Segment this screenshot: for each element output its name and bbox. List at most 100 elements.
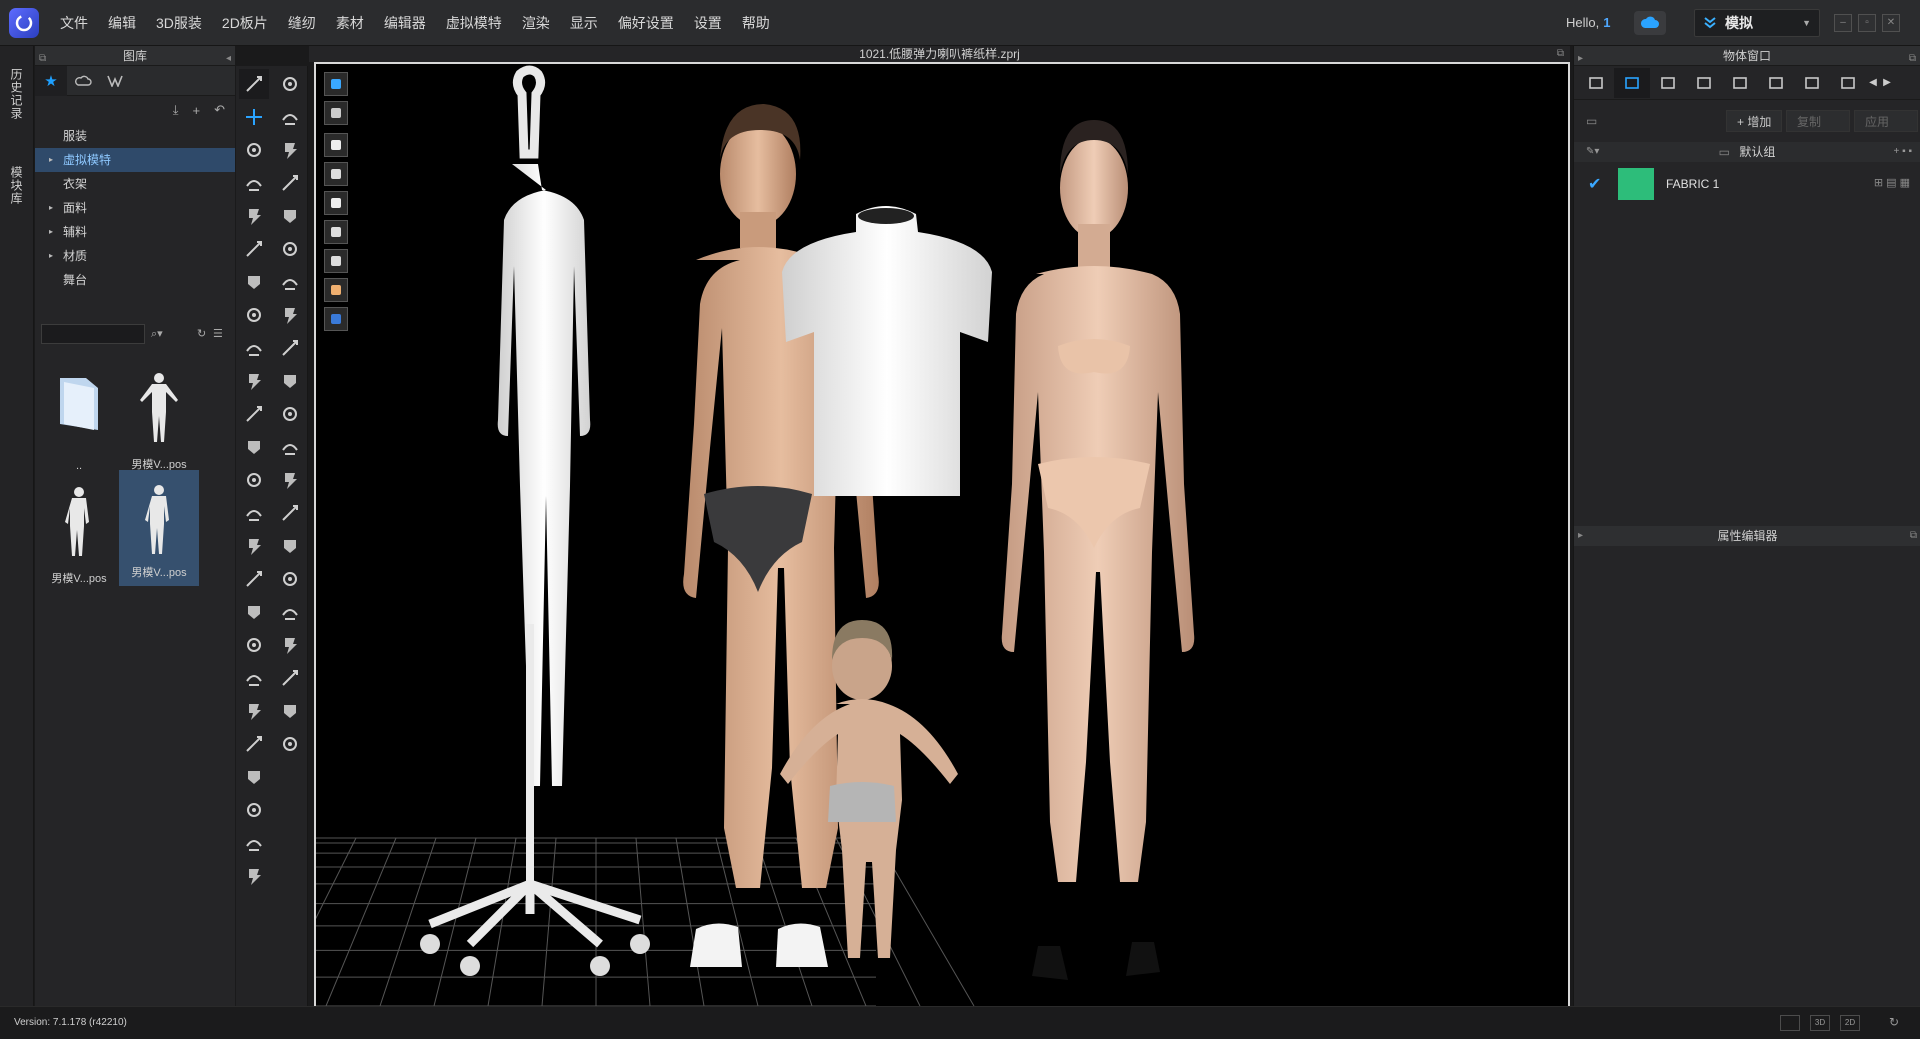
collapse-icon[interactable]: ▸ bbox=[1578, 49, 1583, 69]
menu-item-7[interactable]: 虚拟模特 bbox=[436, 0, 512, 46]
right-tool-20-icon[interactable] bbox=[275, 729, 305, 759]
avatar-body-icon[interactable] bbox=[324, 191, 348, 215]
left-tool-24-icon[interactable] bbox=[239, 861, 269, 891]
expand-arrow-icon[interactable]: ▸ bbox=[49, 244, 53, 268]
group-actions-icon[interactable]: + ▪ ▪ bbox=[1894, 142, 1913, 162]
seam-icon[interactable] bbox=[1794, 68, 1830, 98]
menu-item-10[interactable]: 偏好设置 bbox=[608, 0, 684, 46]
3d-viewport[interactable] bbox=[314, 62, 1570, 1008]
left-tool-0-icon[interactable] bbox=[239, 69, 269, 99]
right-tool-17-icon[interactable] bbox=[275, 630, 305, 660]
left-tool-9-icon[interactable] bbox=[239, 366, 269, 396]
right-tool-19-icon[interactable] bbox=[275, 696, 305, 726]
pattern-icon[interactable] bbox=[1650, 68, 1686, 98]
fabric-group-row[interactable]: ✎▾ ▭ 默认组 + ▪ ▪ bbox=[1574, 142, 1920, 162]
avatar-display-icon[interactable] bbox=[324, 72, 348, 96]
left-tool-4-icon[interactable] bbox=[239, 201, 269, 231]
texture-display-icon[interactable] bbox=[324, 162, 348, 186]
copy-button[interactable]: 复制 bbox=[1786, 110, 1850, 132]
right-tool-1-icon[interactable] bbox=[275, 102, 305, 132]
library-search-input[interactable] bbox=[41, 324, 145, 344]
collapse-icon[interactable]: ◂ bbox=[226, 49, 231, 69]
menu-item-2[interactable]: 3D服装 bbox=[146, 0, 212, 46]
topstitch-icon[interactable] bbox=[1722, 68, 1758, 98]
right-tool-8-icon[interactable] bbox=[275, 333, 305, 363]
right-tool-6-icon[interactable] bbox=[275, 267, 305, 297]
right-tool-0-icon[interactable] bbox=[275, 69, 305, 99]
menu-item-0[interactable]: 文件 bbox=[50, 0, 98, 46]
mode-dropdown[interactable]: 模拟 ▼ bbox=[1694, 9, 1820, 37]
tree-item[interactable]: ▸ 面料 bbox=[35, 196, 235, 220]
scene-canvas[interactable] bbox=[316, 64, 1568, 1006]
left-tool-1-icon[interactable] bbox=[239, 102, 269, 132]
avatar-thumb[interactable]: 男模V...pos bbox=[39, 480, 119, 592]
left-tool-5-icon[interactable] bbox=[239, 234, 269, 264]
cloud-button[interactable] bbox=[1634, 11, 1666, 35]
menu-item-5[interactable]: 素材 bbox=[326, 0, 374, 46]
left-tool-2-icon[interactable] bbox=[239, 135, 269, 165]
avatar-thumb-selected[interactable]: 男模V...pos bbox=[119, 470, 199, 586]
left-tool-11-icon[interactable] bbox=[239, 432, 269, 462]
tree-item[interactable]: ▸ 辅料 bbox=[35, 220, 235, 244]
minimize-button[interactable]: – bbox=[1834, 14, 1852, 32]
right-tool-3-icon[interactable] bbox=[275, 168, 305, 198]
avatar-thumb[interactable]: 男模V...pos bbox=[119, 366, 199, 478]
menu-item-8[interactable]: 渲染 bbox=[512, 0, 560, 46]
search-filter-icon[interactable]: ⌕▾ bbox=[151, 327, 163, 341]
expand-arrow-icon[interactable]: ▸ bbox=[49, 196, 53, 220]
left-tool-18-icon[interactable] bbox=[239, 663, 269, 693]
add-icon[interactable]: + bbox=[193, 103, 201, 118]
shirt-display-icon[interactable] bbox=[324, 133, 348, 157]
menu-item-1[interactable]: 编辑 bbox=[98, 0, 146, 46]
prev-icon[interactable]: ◀ bbox=[1866, 68, 1880, 98]
right-tool-4-icon[interactable] bbox=[275, 201, 305, 231]
left-tool-8-icon[interactable] bbox=[239, 333, 269, 363]
left-tool-22-icon[interactable] bbox=[239, 795, 269, 825]
right-tool-18-icon[interactable] bbox=[275, 663, 305, 693]
right-tool-12-icon[interactable] bbox=[275, 465, 305, 495]
undock-icon[interactable]: ⧉ bbox=[39, 49, 46, 69]
menu-item-6[interactable]: 编辑器 bbox=[374, 0, 436, 46]
cloud-tab[interactable] bbox=[67, 66, 99, 96]
folder-icon[interactable]: ▭ bbox=[1586, 114, 1597, 128]
right-tool-16-icon[interactable] bbox=[275, 597, 305, 627]
user-id[interactable]: 1 bbox=[1603, 15, 1610, 30]
expand-arrow-icon[interactable]: ▸ bbox=[49, 220, 53, 244]
left-tool-23-icon[interactable] bbox=[239, 828, 269, 858]
view-2d-button[interactable]: 2D bbox=[1840, 1015, 1860, 1031]
next-icon[interactable]: ▶ bbox=[1880, 68, 1894, 98]
left-tool-16-icon[interactable] bbox=[239, 597, 269, 627]
right-tool-13-icon[interactable] bbox=[275, 498, 305, 528]
list-view-icon[interactable] bbox=[1578, 68, 1614, 98]
right-tool-10-icon[interactable] bbox=[275, 399, 305, 429]
sync-icon[interactable]: ↻ bbox=[1884, 1015, 1904, 1031]
left-tool-10-icon[interactable] bbox=[239, 399, 269, 429]
view-3d-button[interactable]: 3D bbox=[1810, 1015, 1830, 1031]
download-icon[interactable]: ⤓ bbox=[173, 102, 179, 118]
fabric-list-item[interactable]: ✔ FABRIC 1 ⊞ ▤ ▦ bbox=[1574, 164, 1920, 204]
right-tool-11-icon[interactable] bbox=[275, 432, 305, 462]
menu-item-4[interactable]: 缝纫 bbox=[278, 0, 326, 46]
list-view-icon[interactable]: ☰ bbox=[213, 327, 223, 340]
left-tool-17-icon[interactable] bbox=[239, 630, 269, 660]
left-tool-15-icon[interactable] bbox=[239, 564, 269, 594]
right-tool-5-icon[interactable] bbox=[275, 234, 305, 264]
garment-display-icon[interactable] bbox=[324, 101, 348, 125]
favorites-tab[interactable]: ★ bbox=[35, 66, 67, 96]
right-tool-14-icon[interactable] bbox=[275, 531, 305, 561]
right-tool-9-icon[interactable] bbox=[275, 366, 305, 396]
back-icon[interactable]: ↶ bbox=[214, 102, 225, 118]
menu-item-12[interactable]: 帮助 bbox=[732, 0, 780, 46]
pencil-icon[interactable]: ✎▾ bbox=[1586, 142, 1599, 162]
maximize-button[interactable]: ▫ bbox=[1858, 14, 1876, 32]
right-tool-15-icon[interactable] bbox=[275, 564, 305, 594]
skin-display-icon[interactable] bbox=[324, 278, 348, 302]
menu-item-11[interactable]: 设置 bbox=[684, 0, 732, 46]
add-fabric-button[interactable]: + 增加 bbox=[1726, 110, 1783, 132]
apply-button[interactable]: 应用 bbox=[1854, 110, 1918, 132]
puckering-icon[interactable] bbox=[1758, 68, 1794, 98]
tab-modules[interactable]: 模块库 bbox=[0, 158, 33, 213]
right-tool-2-icon[interactable] bbox=[275, 135, 305, 165]
right-tool-7-icon[interactable] bbox=[275, 300, 305, 330]
folder-up-thumb[interactable]: .. bbox=[39, 366, 119, 478]
